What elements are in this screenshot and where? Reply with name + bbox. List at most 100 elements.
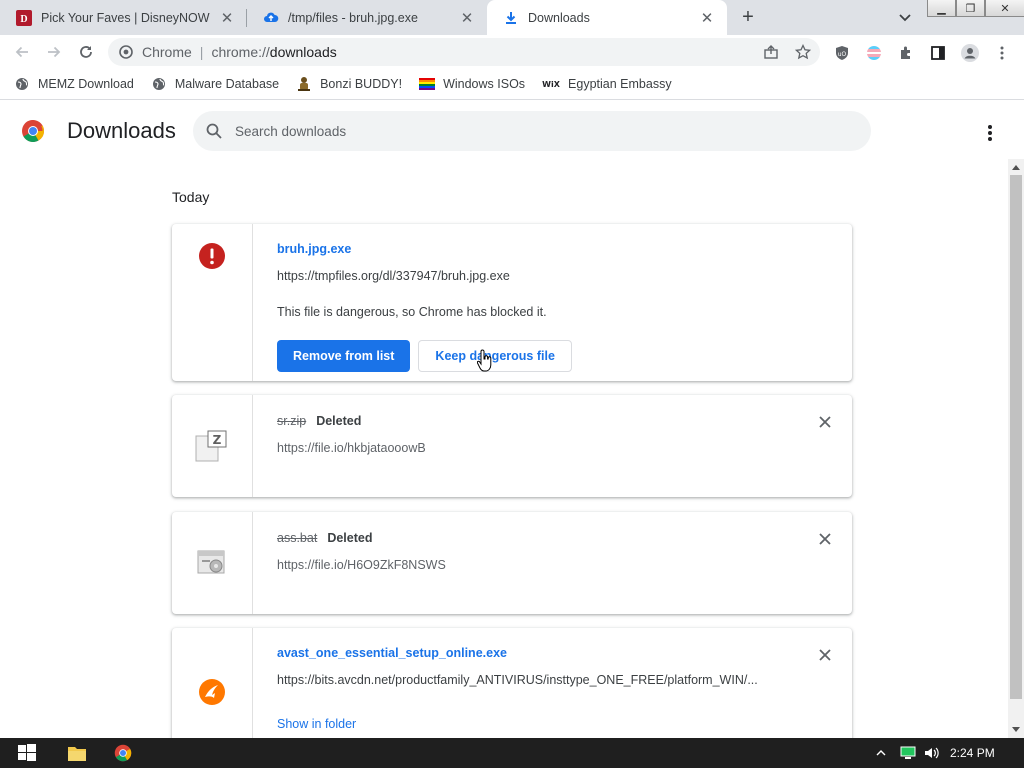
address-bar[interactable]: Chrome | chrome://downloads <box>108 38 820 66</box>
bookmark-bonzi-buddy[interactable]: Bonzi BUDDY! <box>296 76 402 92</box>
file-url: https://file.io/hkbjataooowB <box>277 441 426 455</box>
batch-file-icon <box>196 548 228 614</box>
scrollbar[interactable] <box>1008 159 1024 738</box>
forward-icon[interactable] <box>44 42 64 62</box>
side-panel-icon[interactable] <box>929 44 947 62</box>
keep-dangerous-file-button[interactable]: Keep dangerous file <box>418 340 572 372</box>
bookmark-label: Egyptian Embassy <box>568 77 672 91</box>
tab-strip: D Pick Your Faves | DisneyNOW ✕ /tmp/fil… <box>0 0 1024 35</box>
downloads-list: Today bruh.jpg.exe https://tmpfiles.org/… <box>0 159 1008 738</box>
download-item-complete: avast_one_essential_setup_online.exe htt… <box>172 628 852 738</box>
bookmarks-bar: MEMZ Download Malware Database Bonzi BUD… <box>0 69 1024 100</box>
bookmark-label: Windows ISOs <box>443 77 526 91</box>
file-url: https://bits.avcdn.net/productfamily_ANT… <box>277 673 758 687</box>
tab-title: /tmp/files - bruh.jpg.exe <box>288 10 418 25</box>
hand-cursor-icon <box>477 349 492 372</box>
bookmark-label: Bonzi BUDDY! <box>320 77 403 91</box>
back-icon[interactable] <box>12 42 32 62</box>
file-name: sr.zip <box>277 414 307 428</box>
windows-start-icon[interactable] <box>12 738 42 768</box>
bookmark-star-icon[interactable] <box>794 43 812 61</box>
show-in-folder-link[interactable]: Show in folder <box>277 717 832 731</box>
page-title: Downloads <box>67 118 176 143</box>
restore-icon[interactable]: ❐ <box>956 0 985 17</box>
svg-text:uO: uO <box>838 51 847 58</box>
scheme-label: Chrome <box>142 44 192 60</box>
file-explorer-icon[interactable] <box>62 738 92 768</box>
tab-search-icon[interactable] <box>896 8 914 26</box>
flag-extension-icon[interactable] <box>865 44 883 62</box>
rainbow-flag-icon <box>419 76 436 92</box>
scroll-thumb[interactable] <box>1010 175 1022 699</box>
profile-avatar-icon[interactable] <box>961 44 979 62</box>
close-window-icon[interactable]: ✕ <box>985 0 1024 17</box>
tab-title: Downloads <box>528 10 590 25</box>
bonzi-icon <box>296 76 312 92</box>
section-label: Today <box>172 189 210 205</box>
wix-icon: WiX <box>542 76 560 92</box>
download-item-deleted: Z sr.zip Deleted https://file.io/hkbjatao… <box>172 395 852 497</box>
close-icon[interactable]: ✕ <box>459 10 475 27</box>
chrome-taskbar-icon[interactable] <box>108 738 138 768</box>
extensions-puzzle-icon[interactable] <box>897 44 915 62</box>
svg-text:WiX: WiX <box>542 80 560 89</box>
omnibox-separator: | <box>199 44 204 60</box>
close-icon[interactable]: ✕ <box>699 10 715 27</box>
taskbar-clock: 2:24 PM <box>950 746 995 760</box>
svg-text:Z: Z <box>213 433 222 447</box>
danger-warning-icon <box>198 242 226 381</box>
tray-chevron-up-icon[interactable] <box>872 738 890 768</box>
chrome-logo-icon <box>21 119 45 143</box>
file-name: avast_one_essential_setup_online.exe <box>277 646 507 660</box>
remove-from-list-button[interactable]: Remove from list <box>277 340 411 372</box>
volume-icon[interactable] <box>922 738 942 768</box>
bookmark-memz[interactable]: MEMZ Download <box>14 76 134 92</box>
svg-text:D: D <box>20 14 27 25</box>
share-icon[interactable] <box>762 43 780 61</box>
bookmark-egyptian-embassy[interactable]: WiX Egyptian Embassy <box>542 76 672 92</box>
download-item-dangerous: bruh.jpg.exe https://tmpfiles.org/dl/337… <box>172 224 852 381</box>
search-icon <box>205 122 223 140</box>
tab-disneynow[interactable]: D Pick Your Faves | DisneyNOW ✕ <box>0 0 247 35</box>
window-controls: ▁ ❐ ✕ <box>927 0 1024 17</box>
status-badge: Deleted <box>316 414 362 428</box>
taskbar: 2:24 PM <box>0 738 1024 768</box>
bookmark-label: Malware Database <box>174 77 280 91</box>
file-url: https://tmpfiles.org/dl/337947/bruh.jpg.… <box>277 269 510 283</box>
file-name: ass.bat <box>277 531 318 545</box>
tab-downloads[interactable]: Downloads ✕ <box>487 0 727 35</box>
bookmark-malware-database[interactable]: Malware Database <box>151 76 279 92</box>
toolbar: Chrome | chrome://downloads uO <box>0 35 1024 69</box>
network-icon[interactable] <box>898 738 918 768</box>
scroll-up-arrow-icon[interactable] <box>1012 165 1020 170</box>
downloads-header: Downloads <box>0 101 1024 159</box>
cloud-upload-icon <box>263 10 279 26</box>
more-actions-icon[interactable] <box>980 123 1000 143</box>
remove-item-close-icon[interactable] <box>818 415 832 429</box>
chrome-icon <box>118 44 134 60</box>
remove-item-close-icon[interactable] <box>818 648 832 662</box>
file-name: bruh.jpg.exe <box>277 242 352 256</box>
search-input[interactable] <box>235 123 835 139</box>
bookmark-label: MEMZ Download <box>38 77 134 91</box>
reload-icon[interactable] <box>76 42 96 62</box>
remove-item-close-icon[interactable] <box>818 532 832 546</box>
chrome-menu-icon[interactable] <box>993 44 1011 62</box>
download-icon <box>503 10 519 26</box>
close-icon[interactable]: ✕ <box>219 10 235 27</box>
url-text: chrome://downloads <box>211 44 337 60</box>
download-item-deleted: ass.bat Deleted https://file.io/H6O9ZkF8N… <box>172 512 852 614</box>
globe-icon <box>14 76 30 92</box>
zip-file-icon: Z <box>195 430 229 497</box>
avast-icon <box>198 678 226 738</box>
danger-description: This file is dangerous, so Chrome has bl… <box>277 305 547 319</box>
bookmark-windows-isos[interactable]: Windows ISOs <box>419 76 525 92</box>
minimize-icon[interactable]: ▁ <box>927 0 956 17</box>
ublock-icon[interactable]: uO <box>833 44 851 62</box>
tab-tmpfiles[interactable]: /tmp/files - bruh.jpg.exe ✕ <box>247 0 487 35</box>
status-badge: Deleted <box>327 531 373 545</box>
new-tab-button[interactable]: + <box>738 7 758 27</box>
file-url: https://file.io/H6O9ZkF8NSWS <box>277 558 446 572</box>
search-box[interactable] <box>193 111 871 151</box>
scroll-down-arrow-icon[interactable] <box>1012 727 1020 732</box>
